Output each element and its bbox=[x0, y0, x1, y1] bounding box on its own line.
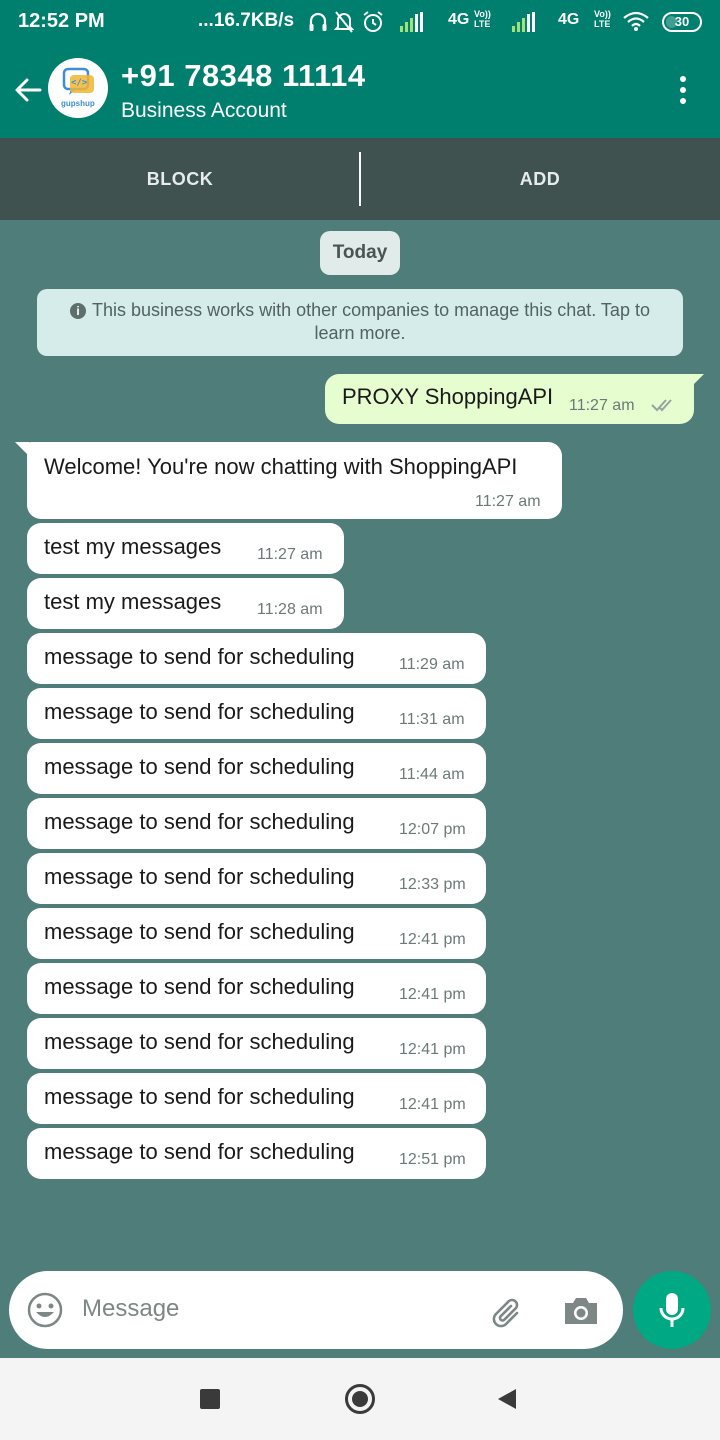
status-time: 12:52 PM bbox=[18, 10, 105, 32]
incoming-message[interactable]: message to send for scheduling 12:41 pm bbox=[27, 1073, 486, 1124]
svg-text:gupshup: gupshup bbox=[61, 99, 95, 108]
system-nav-bar bbox=[0, 1358, 720, 1440]
incoming-message[interactable]: message to send for scheduling 11:29 am bbox=[27, 633, 486, 684]
bell-off-icon bbox=[334, 11, 354, 33]
message-input[interactable]: Message bbox=[82, 1295, 179, 1323]
incoming-message[interactable]: message to send for scheduling 12:41 pm bbox=[27, 908, 486, 959]
incoming-message[interactable]: message to send for scheduling 11:44 am bbox=[27, 743, 486, 794]
message-time: 11:28 am bbox=[257, 601, 323, 618]
message-time: 11:27 am bbox=[257, 546, 323, 563]
message-text: message to send for scheduling bbox=[44, 1029, 355, 1054]
message-time: 11:44 am bbox=[399, 766, 465, 783]
more-options-icon[interactable] bbox=[674, 74, 692, 108]
add-contact-button[interactable]: ADD bbox=[360, 138, 720, 220]
info-icon: i bbox=[70, 303, 87, 319]
mic-button[interactable] bbox=[633, 1271, 711, 1349]
gupshup-logo-icon: </> gupshup bbox=[61, 67, 95, 108]
message-text: message to send for scheduling bbox=[44, 754, 355, 779]
bubble-tail bbox=[15, 442, 29, 456]
message-time: 12:41 pm bbox=[399, 1096, 466, 1113]
message-time: 12:07 pm bbox=[399, 821, 466, 838]
mic-icon bbox=[659, 1293, 685, 1327]
incoming-message[interactable]: test my messages 11:28 am bbox=[27, 578, 344, 629]
business-notice[interactable]: i This business works with other companie… bbox=[37, 289, 683, 356]
business-action-bar: BLOCK ADD bbox=[0, 138, 720, 220]
battery-icon: 30 bbox=[662, 12, 702, 32]
contact-name[interactable]: +91 78348 11114 bbox=[121, 58, 366, 94]
recent-apps-icon[interactable] bbox=[200, 1389, 220, 1409]
svg-text:</>: </> bbox=[71, 78, 88, 88]
message-time: 11:27 am bbox=[569, 397, 635, 414]
double-check-icon bbox=[651, 399, 672, 412]
message-text: message to send for scheduling bbox=[44, 809, 355, 834]
date-separator: Today bbox=[320, 231, 400, 275]
block-button[interactable]: BLOCK bbox=[0, 138, 360, 220]
headphones-icon bbox=[309, 12, 327, 31]
network-speed: ...16.7KB/s bbox=[198, 10, 295, 31]
incoming-message[interactable]: message to send for scheduling 12:51 pm bbox=[27, 1128, 486, 1179]
outgoing-message[interactable]: PROXY ShoppingAPI 11:27 am bbox=[325, 374, 704, 424]
incoming-message[interactable]: message to send for scheduling 12:33 pm bbox=[27, 853, 486, 904]
message-text: message to send for scheduling bbox=[44, 1084, 355, 1109]
emoji-icon[interactable] bbox=[26, 1291, 64, 1329]
incoming-message[interactable]: message to send for scheduling 12:41 pm bbox=[27, 963, 486, 1014]
message-composer[interactable]: Message bbox=[9, 1271, 623, 1349]
attach-icon[interactable] bbox=[487, 1291, 527, 1331]
message-text: message to send for scheduling bbox=[44, 919, 355, 944]
message-text: message to send for scheduling bbox=[44, 864, 355, 889]
chat-header: </> gupshup +91 78348 11114 Business Acc… bbox=[0, 46, 720, 138]
status-bar: 12:52 PM ...16.7KB/s 4G Vo)) LTE 4G Vo))… bbox=[0, 0, 720, 46]
volte-label-1: Vo)) LTE bbox=[474, 9, 491, 29]
message-text: Welcome! You're now chatting with Shoppi… bbox=[44, 454, 518, 479]
incoming-message[interactable]: test my messages 11:27 am bbox=[27, 523, 344, 574]
network-type-1: 4G bbox=[448, 11, 470, 28]
message-text: test my messages bbox=[44, 589, 222, 614]
bubble-tail bbox=[690, 374, 704, 388]
avatar[interactable]: </> gupshup bbox=[48, 58, 108, 118]
message-text: message to send for scheduling bbox=[44, 1139, 355, 1164]
message-time: 11:27 am bbox=[475, 493, 541, 510]
wifi-icon bbox=[623, 11, 649, 31]
volte-label-2: Vo)) LTE bbox=[594, 9, 611, 29]
message-time: 12:41 pm bbox=[399, 931, 466, 948]
message-time: 11:29 am bbox=[399, 656, 465, 673]
message-text: test my messages bbox=[44, 534, 222, 559]
alarm-icon bbox=[363, 11, 383, 32]
message-text: PROXY ShoppingAPI bbox=[342, 384, 554, 409]
signal-icon-2 bbox=[512, 12, 535, 32]
incoming-message[interactable]: message to send for scheduling 12:07 pm bbox=[27, 798, 486, 849]
message-time: 11:31 am bbox=[399, 711, 465, 728]
message-time: 12:41 pm bbox=[399, 1041, 466, 1058]
network-type-2: 4G bbox=[558, 11, 580, 28]
message-time: 12:41 pm bbox=[399, 986, 466, 1003]
message-time: 12:51 pm bbox=[399, 1151, 466, 1168]
incoming-message[interactable]: message to send for scheduling 11:31 am bbox=[27, 688, 486, 739]
home-icon[interactable] bbox=[344, 1383, 376, 1415]
nav-back-icon[interactable] bbox=[496, 1387, 518, 1411]
battery-level: 30 bbox=[674, 14, 690, 29]
signal-icon-1 bbox=[400, 12, 423, 32]
back-arrow-icon[interactable] bbox=[12, 74, 44, 106]
notice-text: This business works with other companies… bbox=[92, 300, 650, 343]
incoming-message[interactable]: message to send for scheduling 12:41 pm bbox=[27, 1018, 486, 1069]
camera-icon[interactable] bbox=[561, 1293, 601, 1329]
incoming-message[interactable]: Welcome! You're now chatting with Shoppi… bbox=[15, 442, 562, 519]
action-divider bbox=[359, 152, 361, 206]
contact-subtitle: Business Account bbox=[121, 99, 287, 122]
message-text: message to send for scheduling bbox=[44, 699, 355, 724]
message-text: message to send for scheduling bbox=[44, 644, 355, 669]
message-time: 12:33 pm bbox=[399, 876, 466, 893]
message-text: message to send for scheduling bbox=[44, 974, 355, 999]
